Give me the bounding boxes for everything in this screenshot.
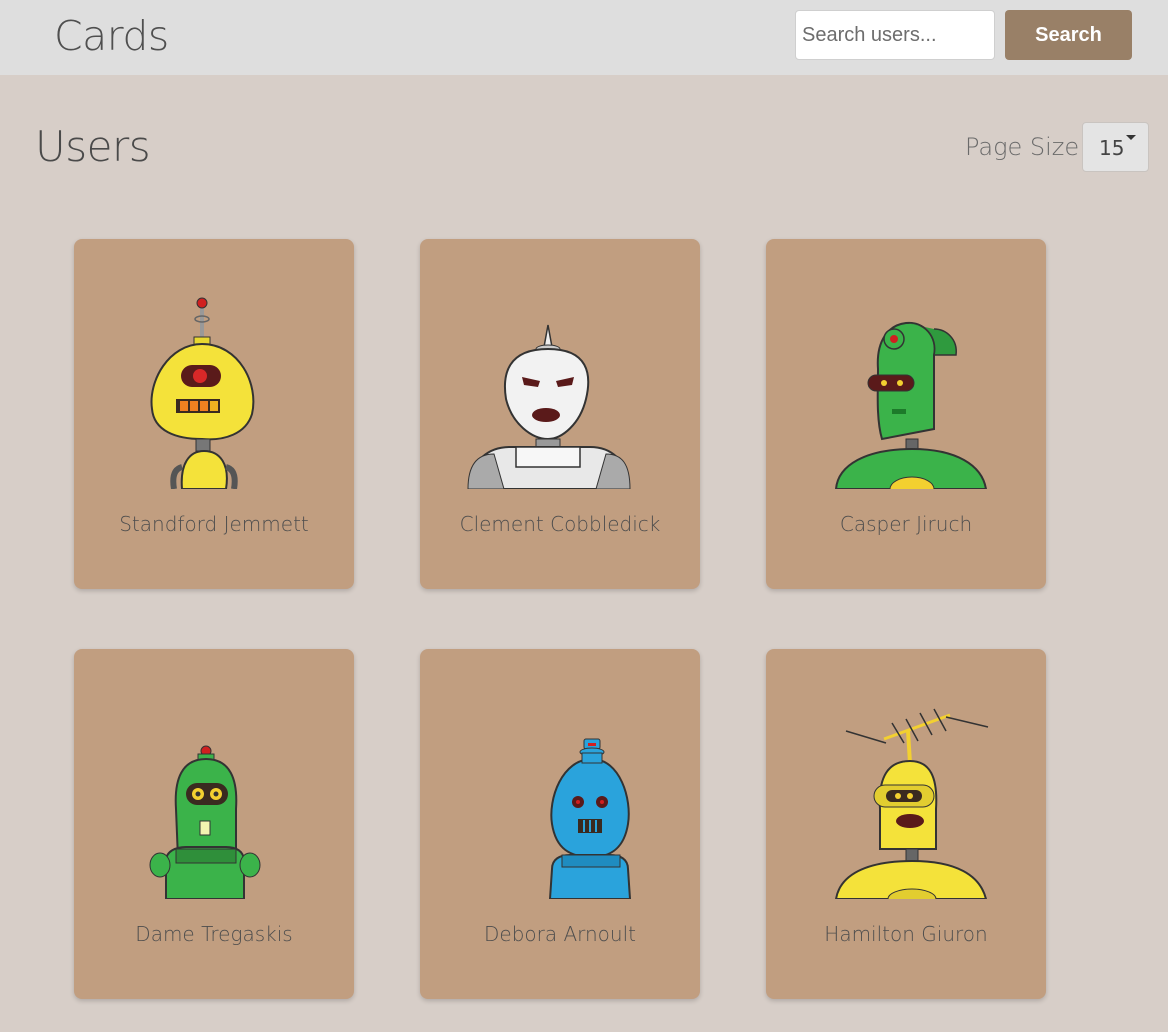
user-card[interactable]: Debora Arnoult [420,649,700,999]
blue-robot-avatar [548,738,632,899]
user-name: Casper Jiruch [839,512,973,536]
user-name: Dame Tregaskis [135,922,293,946]
search-button[interactable]: Search [1005,10,1132,60]
white-robot-avatar [467,324,631,489]
user-card[interactable]: Dame Tregaskis [74,649,354,999]
page-size-dropdown[interactable]: 15 [1082,122,1149,172]
page-size-label: Page Size: [965,133,1088,161]
user-name: Debora Arnoult [483,922,636,946]
user-name: Standford Jemmett [119,512,309,536]
yellow-robot-avatar [150,297,255,489]
user-card[interactable]: Casper Jiruch [766,239,1046,589]
user-name: Hamilton Giuron [824,922,988,946]
green-robot-avatar [834,321,988,489]
page-size-value: 15 [1099,136,1125,160]
user-card[interactable]: Hamilton Giuron [766,649,1046,999]
brand-title[interactable]: Cards [54,12,169,60]
user-card[interactable]: Standford Jemmett [74,239,354,589]
caret-down-icon [1126,135,1136,140]
search-input[interactable] [795,10,995,60]
user-card[interactable]: Clement Cobbledick [420,239,700,589]
green-robot-avatar [149,745,261,899]
page-title: Users [35,122,151,171]
yellow-robot-avatar [834,708,989,899]
navbar: Cards Search [0,0,1168,75]
user-name: Clement Cobbledick [459,512,661,536]
